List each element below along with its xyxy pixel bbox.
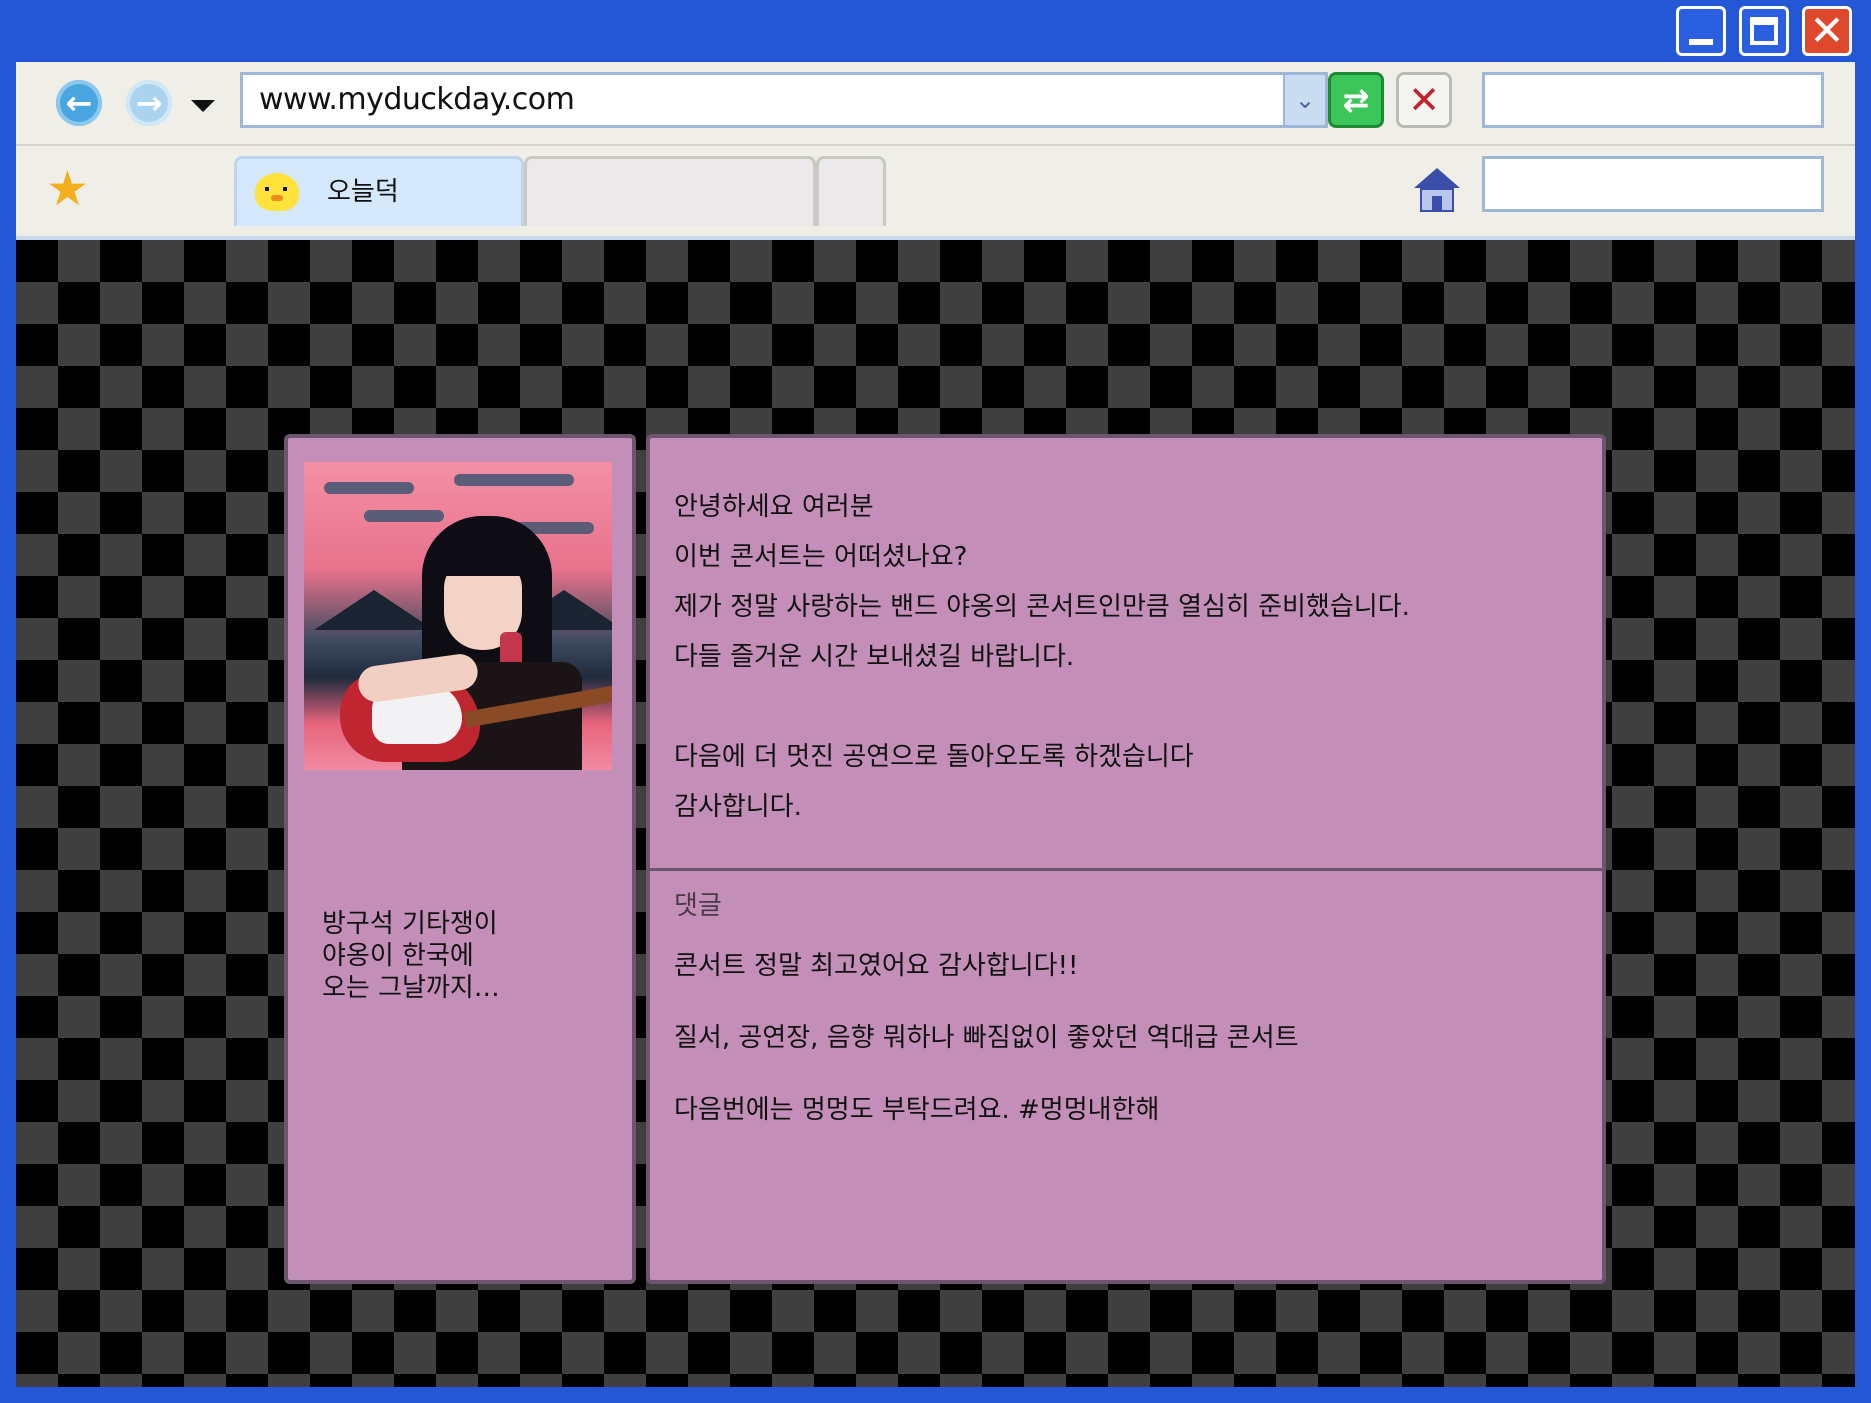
bio-line: 방구석 기타쟁이 [322,909,498,939]
search-input[interactable] [1482,72,1824,128]
comments-list: 콘서트 정말 최고였어요 감사합니다!! 질서, 공연장, 음향 뭐하나 빠짐없… [674,948,1574,1164]
browser-window: ← → www.myduckday.com ⌄ ⇄ ✕ ★ 오늘덕 방구석 기타… [16,62,1855,1387]
back-button[interactable]: ← [56,80,102,126]
history-dropdown-icon[interactable] [191,100,215,112]
tab-3[interactable] [816,156,886,226]
profile-image [304,462,612,770]
forward-button[interactable]: → [126,80,172,126]
profile-bio: 방구석 기타쟁이 야옹이 한국에 오는 그날까지… [322,908,612,1004]
address-dropdown-icon[interactable]: ⌄ [1283,75,1325,125]
forward-arrow-icon: → [135,84,163,122]
duck-icon [255,173,299,211]
post-line: 안녕하세요 여러분 [674,492,874,522]
post-line: 다들 즐거운 시간 보내셨길 바랍니다. [674,642,1075,672]
bio-line: 오는 그날까지… [322,973,500,1003]
post-line-blank [674,682,1574,732]
refresh-button[interactable]: ⇄ [1328,72,1384,128]
refresh-icon: ⇄ [1342,81,1370,119]
secondary-search-input[interactable] [1482,156,1824,212]
post-line: 이번 콘서트는 어떠셨나요? [674,542,968,572]
post-message: 안녕하세요 여러분 이번 콘서트는 어떠셨나요? 제가 정말 사랑하는 밴드 야… [674,482,1574,832]
close-icon: ✕ [1809,6,1845,55]
star-icon[interactable]: ★ [46,164,89,214]
address-text[interactable]: www.myduckday.com [259,75,575,125]
post-line: 다음에 더 멋진 공연으로 돌아오도록 하겠습니다 [674,742,1194,772]
comment-item: 콘서트 정말 최고였어요 감사합니다!! [674,951,1079,981]
tab-2[interactable] [524,156,816,226]
divider [650,868,1602,871]
tab-bar: ★ 오늘덕 [16,146,1855,240]
navigation-toolbar: ← → www.myduckday.com ⌄ ⇄ ✕ [16,62,1855,146]
comments-title: 댓글 [674,891,722,921]
stop-button[interactable]: ✕ [1396,72,1452,128]
post-line: 제가 정말 사랑하는 밴드 야옹의 콘서트인만큼 열심히 준비했습니다. [674,592,1410,622]
tab-label: 오늘덕 [327,177,399,207]
title-bar: ✕ [0,0,1871,62]
profile-panel: 방구석 기타쟁이 야옹이 한국에 오는 그날까지… [284,434,636,1284]
post-line: 감사합니다. [674,792,802,822]
comment-item: 질서, 공연장, 음향 뭐하나 빠짐없이 좋았던 역대급 콘서트 [674,1023,1299,1053]
bio-line: 야옹이 한국에 [322,941,474,971]
page-content: 방구석 기타쟁이 야옹이 한국에 오는 그날까지… 안녕하세요 여러분 이번 콘… [16,240,1855,1387]
post-panel: 안녕하세요 여러분 이번 콘서트는 어떠셨나요? 제가 정말 사랑하는 밴드 야… [646,434,1606,1284]
maximize-icon [1750,17,1778,45]
minimize-button[interactable] [1676,6,1726,56]
close-icon: ✕ [1408,78,1440,122]
maximize-button[interactable] [1739,6,1789,56]
tab-active[interactable]: 오늘덕 [234,156,524,226]
comment-item: 다음번에는 멍멍도 부탁드려요. #멍멍내한해 [674,1095,1160,1125]
back-arrow-icon: ← [65,84,93,122]
minimize-icon [1689,39,1713,45]
home-icon[interactable] [1414,168,1460,214]
close-window-button[interactable]: ✕ [1802,6,1852,56]
address-bar[interactable]: www.myduckday.com ⌄ [240,72,1328,128]
